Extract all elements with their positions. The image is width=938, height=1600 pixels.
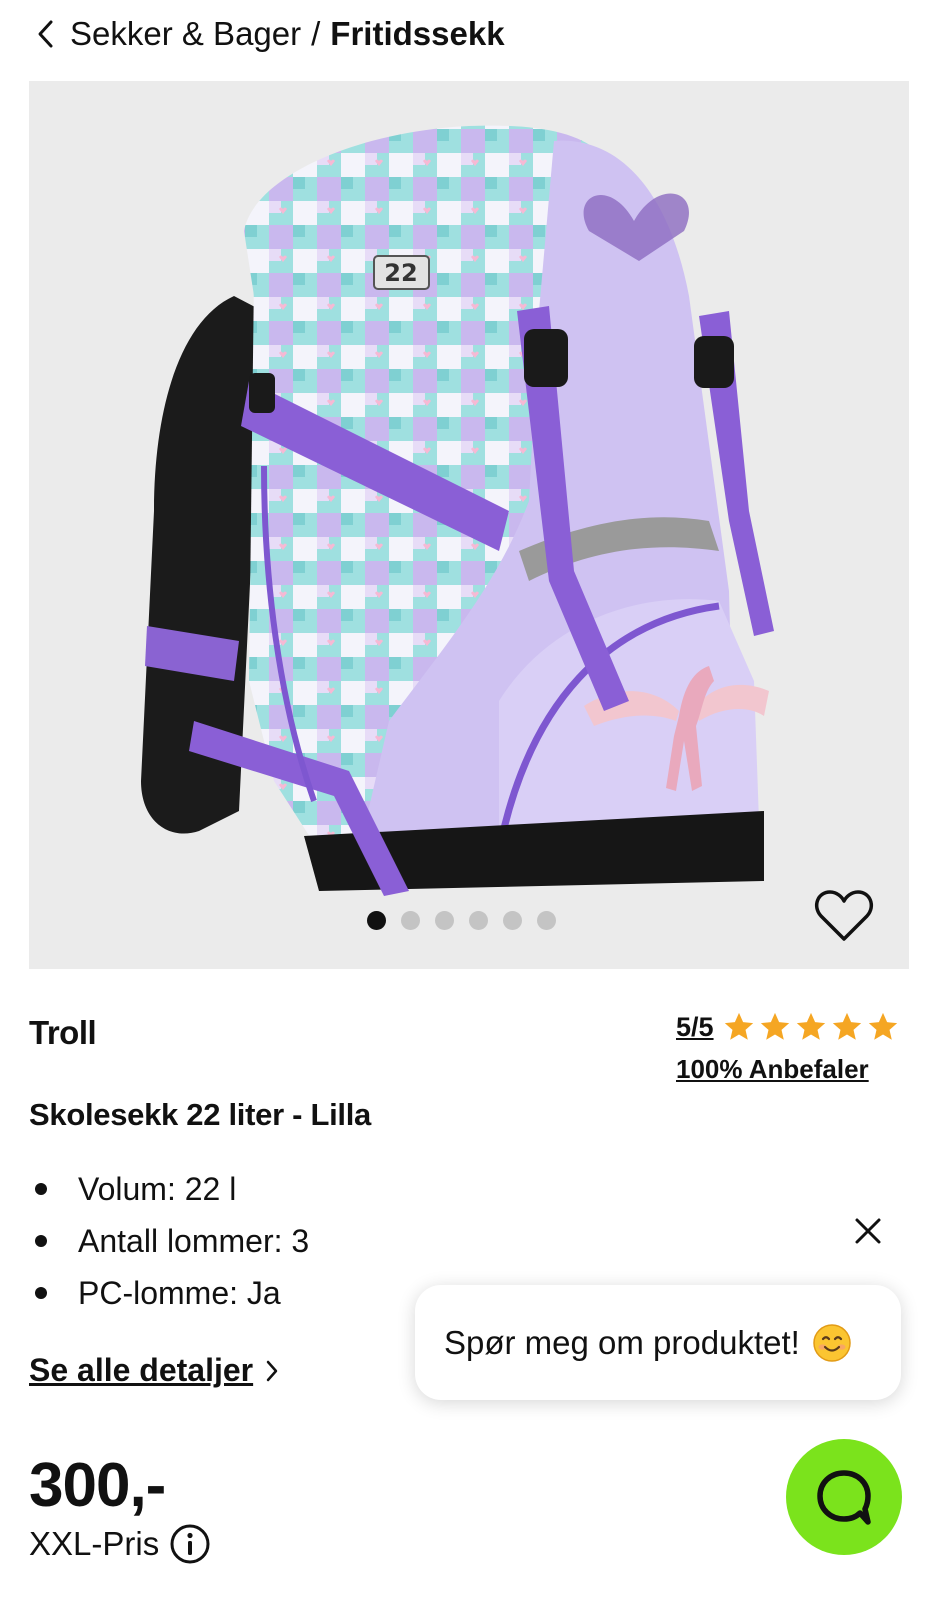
star-icon [760, 1012, 789, 1040]
breadcrumb-current: Fritidssekk [330, 15, 505, 52]
spec-item: Volum: 22 l [29, 1163, 309, 1215]
spec-list: Volum: 22 l Antall lommer: 3 PC-lomme: J… [29, 1163, 309, 1319]
spec-text: Antall lommer: 3 [78, 1222, 310, 1259]
breadcrumb-separator: / [311, 15, 321, 52]
product-title: Skolesekk 22 liter - Lilla [29, 1097, 371, 1132]
heart-icon[interactable] [814, 887, 874, 945]
back-chevron-icon[interactable] [36, 14, 62, 54]
bullet [35, 1287, 47, 1299]
product-image: 22 [141, 125, 774, 896]
spec-item: Antall lommer: 3 [29, 1215, 309, 1267]
breadcrumb-parent-link[interactable]: Sekker & Bager [70, 15, 301, 53]
rating-score[interactable]: 5/5 [676, 1012, 714, 1043]
chat-prompt-bubble[interactable]: Spør meg om produktet! [415, 1285, 901, 1400]
carousel-dot[interactable] [537, 911, 556, 930]
carousel-dot[interactable] [503, 911, 522, 930]
see-all-details-link[interactable]: Se alle detaljer [29, 1352, 279, 1389]
chat-button[interactable] [786, 1439, 902, 1555]
star-icon [796, 1012, 825, 1040]
product-rating[interactable]: 5/5 [676, 1010, 900, 1044]
smile-emoji-icon [813, 1323, 851, 1362]
carousel-dot[interactable] [469, 911, 488, 930]
product-brand[interactable]: Troll [29, 1014, 97, 1052]
close-icon[interactable] [853, 1216, 883, 1246]
carousel-dot[interactable] [367, 911, 386, 930]
spec-text: PC-lomme: Ja [78, 1274, 281, 1311]
chat-bubble-icon [817, 1470, 871, 1525]
chevron-right-icon [266, 1360, 278, 1381]
spec-item: PC-lomme: Ja [29, 1267, 309, 1319]
product-price: 300,- [29, 1451, 166, 1520]
carousel-dot[interactable] [401, 911, 420, 930]
bullet [35, 1183, 47, 1195]
recommend-link[interactable]: 100% Anbefaler [676, 1054, 869, 1085]
chat-prompt-text: Spør meg om produktet! [444, 1323, 800, 1361]
spec-text: Volum: 22 l [78, 1170, 237, 1207]
price-label: XXL-Pris [29, 1523, 211, 1565]
star-icon [868, 1012, 897, 1040]
carousel-dots [367, 911, 556, 930]
star-icon [832, 1012, 861, 1040]
svg-text:22: 22 [384, 259, 417, 287]
breadcrumb: Sekker & Bager / Fritidssekk [36, 10, 505, 58]
price-label-text: XXL-Pris [29, 1525, 160, 1562]
info-icon[interactable] [169, 1523, 211, 1565]
star-icon [724, 1012, 753, 1040]
product-image-gallery[interactable]: 22 [29, 81, 909, 969]
bullet [35, 1235, 47, 1247]
carousel-dot[interactable] [435, 911, 454, 930]
rating-stars [722, 1010, 900, 1044]
details-link-label: Se alle detaljer [29, 1352, 254, 1388]
